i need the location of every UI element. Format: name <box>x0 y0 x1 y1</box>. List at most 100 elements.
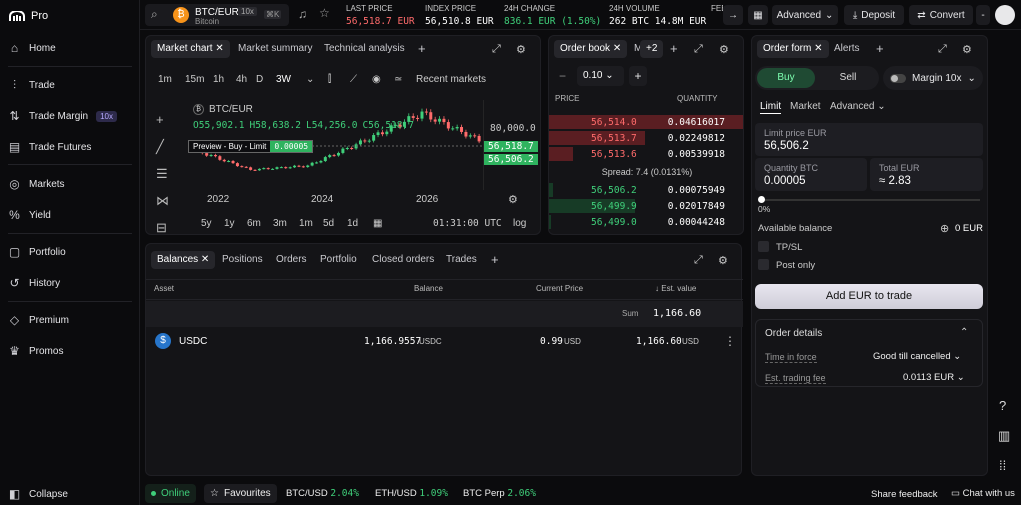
tab-order-form[interactable]: Order form ✕ <box>757 40 829 58</box>
ticker-btc-perp[interactable]: BTC Perp 2.06% <box>463 488 536 499</box>
order-type-market[interactable]: Market <box>790 101 821 112</box>
add-tab-button[interactable]: + <box>418 40 426 58</box>
tab-balances[interactable]: Balances ✕ <box>151 251 216 269</box>
tpsl-checkbox[interactable] <box>758 241 769 252</box>
close-icon[interactable]: ✕ <box>613 43 621 54</box>
expand-icon[interactable]: ⤢ <box>694 43 703 56</box>
quantity-input[interactable]: 0.00005 <box>764 175 806 187</box>
apps-grid-icon[interactable]: ⁞⁞ <box>999 458 1006 473</box>
indicator-icon[interactable]: ⟋ <box>350 74 372 85</box>
amount-slider[interactable] <box>758 196 980 203</box>
draw-icon[interactable]: ≃ <box>394 74 416 85</box>
add-eur-button[interactable]: Add EUR to trade <box>755 284 983 309</box>
total-field[interactable]: Total EUR ≈ 2.83 <box>870 158 983 191</box>
order-type-advanced[interactable]: Advanced ⌄ <box>830 101 886 112</box>
range-1y[interactable]: 1y <box>224 218 247 229</box>
sidebar-item-yield[interactable]: % Yield <box>8 206 51 224</box>
calendar-icon[interactable]: ▦ <box>373 218 433 229</box>
bid-row[interactable]: 56,506.2 0.00075949 <box>549 182 743 198</box>
order-preview-line[interactable]: Preview - Buy - Limit 0.00005 <box>188 140 314 153</box>
tab-trades[interactable]: Trades <box>446 251 477 269</box>
trendline-icon[interactable]: ╱ <box>156 133 169 160</box>
sell-button[interactable]: Sell <box>819 68 877 88</box>
ask-row[interactable]: 56,513.6 0.00539918 <box>549 146 743 162</box>
tab-closed-orders[interactable]: Closed orders <box>372 251 434 269</box>
margin-toggle[interactable]: Margin 10x ⌄ <box>883 66 983 90</box>
bell-icon[interactable]: ♫ <box>298 7 307 21</box>
close-icon[interactable]: ✕ <box>215 43 223 54</box>
decrease-step-button[interactable]: − <box>559 69 566 83</box>
est-value-header[interactable]: ↓ Est. value <box>655 284 696 293</box>
layout-button[interactable]: ▦ <box>748 5 768 25</box>
fib-icon[interactable]: ☰ <box>156 160 169 187</box>
eye-icon[interactable]: ◉ <box>372 74 394 85</box>
sidebar-item-markets[interactable]: ◎ Markets <box>8 175 64 193</box>
trading-fee-value[interactable]: 0.0113 EUR ⌄ <box>903 372 965 383</box>
settings-icon[interactable]: ⚙ <box>962 43 972 56</box>
add-funds-icon[interactable]: ⊕ <box>940 222 949 235</box>
convert-button[interactable]: ⇄ Convert <box>909 5 973 25</box>
interval-3w[interactable]: 3W <box>276 74 306 85</box>
total-input[interactable]: ≈ 2.83 <box>879 175 911 187</box>
tab-orders[interactable]: Orders <box>276 251 307 269</box>
star-icon[interactable]: ☆ <box>319 6 330 20</box>
tab-market-chart[interactable]: Market chart ✕ <box>151 40 230 58</box>
scroll-right-button[interactable]: → <box>723 5 743 25</box>
tab-alerts[interactable]: Alerts <box>834 40 860 58</box>
pair-selector[interactable]: ⌕ ₿ BTC/EUR 10x Bitcoin ⌘K <box>145 4 289 26</box>
advanced-button[interactable]: Advanced ⌄ <box>772 5 838 25</box>
add-tab-button[interactable]: + <box>876 40 884 58</box>
collapse-button[interactable]: ◧ Collapse <box>8 485 68 503</box>
table-row[interactable]: $ USDC 1,166.9557 USDC 0.99 USD 1,166.60… <box>146 332 743 352</box>
expand-icon[interactable]: ⤢ <box>694 254 703 267</box>
sidebar-item-portfolio[interactable]: ▢ Portfolio <box>8 243 66 261</box>
more-vertical-icon[interactable]: ⋮ <box>724 334 736 348</box>
ask-row[interactable]: 56,514.0 0.04616017 <box>549 114 743 130</box>
chat-button[interactable]: ▭ Chat with us <box>951 488 1015 499</box>
book-icon[interactable]: ▥ <box>998 428 1010 444</box>
limit-price-input[interactable]: 56,506.2 <box>764 140 809 152</box>
close-icon[interactable]: ✕ <box>814 43 822 54</box>
range-6m[interactable]: 6m <box>247 218 273 229</box>
brand-logo[interactable]: Pro <box>9 10 48 22</box>
sidebar-item-promos[interactable]: ♛ Promos <box>8 342 63 360</box>
slider-handle[interactable] <box>758 196 765 203</box>
tab-technical-analysis[interactable]: Technical analysis <box>324 40 405 58</box>
crosshair-icon[interactable]: + <box>156 106 169 133</box>
range-1d[interactable]: 1d <box>347 218 373 229</box>
chevron-up-icon[interactable]: ⌃ <box>960 327 968 338</box>
increase-step-button[interactable]: + <box>629 66 647 86</box>
time-in-force-select[interactable]: Good till cancelled ⌄ <box>873 351 961 362</box>
expand-icon[interactable]: ⤢ <box>938 43 947 56</box>
settings-icon[interactable]: ⚙ <box>718 254 728 267</box>
bid-row[interactable]: 56,499.9 0.02017849 <box>549 198 743 214</box>
add-tab-button[interactable]: + <box>491 251 499 269</box>
sidebar-item-trade[interactable]: ⫶ Trade <box>8 76 55 94</box>
buy-button[interactable]: Buy <box>757 68 815 88</box>
post-only-checkbox[interactable] <box>758 259 769 270</box>
sidebar-item-trade-margin[interactable]: ⇅ Trade Margin 10x <box>8 107 118 125</box>
range-5d[interactable]: 5d <box>323 218 347 229</box>
interval-1h[interactable]: 1h <box>213 74 236 85</box>
range-5y[interactable]: 5y <box>201 218 224 229</box>
expand-icon[interactable]: ⤢ <box>492 43 501 56</box>
ticker-eth-usd[interactable]: ETH/USD 1.09% <box>375 488 448 499</box>
toggle-switch[interactable] <box>890 73 906 83</box>
interval-4h[interactable]: 4h <box>236 74 256 85</box>
recent-markets-button[interactable]: Recent markets <box>416 74 486 85</box>
interval-d[interactable]: D <box>256 74 276 85</box>
chevron-down-icon[interactable]: ⌄ <box>306 74 328 85</box>
bid-row[interactable]: 56,499.0 0.00044248 <box>549 214 743 230</box>
log-toggle[interactable]: log <box>513 218 526 229</box>
sidebar-item-trade-futures[interactable]: ▤ Trade Futures <box>8 138 92 156</box>
sidebar-item-history[interactable]: ↺ History <box>8 274 60 292</box>
more-button[interactable]: - <box>976 5 990 25</box>
share-feedback-link[interactable]: Share feedback <box>871 489 938 500</box>
favourites-button[interactable]: ☆ Favourites <box>204 484 277 503</box>
range-1m[interactable]: 1m <box>299 218 323 229</box>
interval-15m[interactable]: 15m <box>185 74 213 85</box>
quantity-field[interactable]: Quantity BTC 0.00005 <box>755 158 867 191</box>
deposit-button[interactable]: ⤓ Deposit <box>844 5 904 25</box>
close-icon[interactable]: ✕ <box>201 254 209 265</box>
avatar[interactable] <box>995 5 1015 25</box>
